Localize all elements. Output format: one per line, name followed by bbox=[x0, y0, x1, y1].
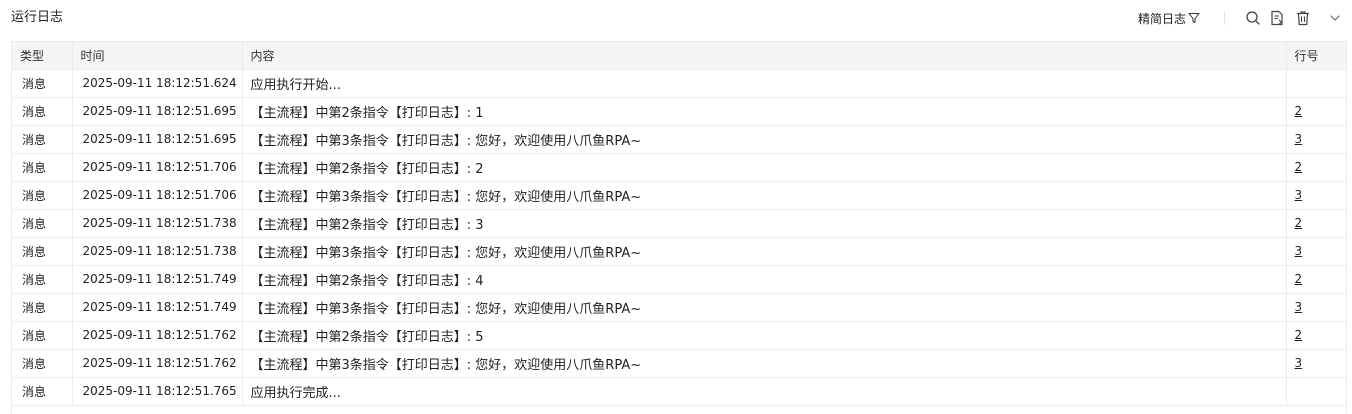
log-line-cell: 3 bbox=[1286, 125, 1346, 154]
log-type-cell: 消息 bbox=[12, 349, 73, 378]
column-header-time: 时间 bbox=[72, 42, 243, 70]
log-line-cell: 3 bbox=[1286, 293, 1346, 322]
log-line-cell: 2 bbox=[1286, 153, 1346, 182]
table-header-row: 类型 时间 内容 行号 bbox=[12, 42, 1346, 70]
table-row[interactable]: 消息 2025-09-11 18:12:51.762 【主流程】中第3条指令【打印日… bbox=[12, 349, 1346, 378]
line-number-link[interactable]: 2 bbox=[1295, 160, 1303, 174]
log-line-cell: 2 bbox=[1286, 265, 1346, 294]
line-number-link[interactable]: 2 bbox=[1295, 104, 1303, 118]
log-time-cell: 2025-09-11 18:12:51.762 bbox=[72, 321, 243, 350]
log-content-cell: 【主流程】中第2条指令【打印日志】: 3 bbox=[242, 209, 1287, 238]
line-number-link[interactable]: 2 bbox=[1295, 216, 1303, 230]
log-table-container[interactable]: 类型 时间 内容 行号 消息 2025-09-11 18:12:51.624 应用执… bbox=[11, 41, 1347, 414]
log-table-body: 消息 2025-09-11 18:12:51.624 应用执行开始... 消息 2025… bbox=[12, 69, 1346, 406]
log-type-cell: 消息 bbox=[12, 209, 73, 238]
log-time-cell: 2025-09-11 18:12:51.624 bbox=[72, 69, 243, 98]
table-row[interactable]: 消息 2025-09-11 18:12:51.706 【主流程】中第3条指令【打印日… bbox=[12, 181, 1346, 210]
line-number-link[interactable]: 3 bbox=[1295, 356, 1303, 370]
filter-icon bbox=[1188, 12, 1200, 24]
table-row[interactable]: 消息 2025-09-11 18:12:51.695 【主流程】中第3条指令【打印日… bbox=[12, 125, 1346, 154]
log-line-cell: 2 bbox=[1286, 209, 1346, 238]
trash-icon bbox=[1295, 10, 1311, 26]
line-number-link[interactable]: 2 bbox=[1295, 272, 1303, 286]
log-type-cell: 消息 bbox=[12, 69, 73, 98]
log-content-cell: 应用执行开始... bbox=[242, 69, 1287, 98]
log-content-cell: 【主流程】中第2条指令【打印日志】: 5 bbox=[242, 321, 1287, 350]
column-header-content: 内容 bbox=[242, 42, 1287, 70]
table-row[interactable]: 消息 2025-09-11 18:12:51.762 【主流程】中第2条指令【打印日… bbox=[12, 321, 1346, 350]
log-line-cell: 3 bbox=[1286, 349, 1346, 378]
table-row[interactable]: 消息 2025-09-11 18:12:51.624 应用执行开始... bbox=[12, 69, 1346, 98]
line-number-link[interactable]: 3 bbox=[1295, 188, 1303, 202]
log-line-cell: 2 bbox=[1286, 321, 1346, 350]
simplified-log-filter-button[interactable]: 精简日志 bbox=[1138, 9, 1200, 27]
log-time-cell: 2025-09-11 18:12:51.695 bbox=[72, 97, 243, 126]
collapse-panel-button[interactable] bbox=[1326, 9, 1344, 27]
export-log-icon bbox=[1269, 10, 1285, 26]
table-row[interactable]: 消息 2025-09-11 18:12:51.738 【主流程】中第3条指令【打印日… bbox=[12, 237, 1346, 266]
log-table: 类型 时间 内容 行号 消息 2025-09-11 18:12:51.624 应用执… bbox=[12, 42, 1346, 406]
log-type-cell: 消息 bbox=[12, 125, 73, 154]
panel-title: 运行日志 bbox=[11, 10, 64, 25]
column-header-line: 行号 bbox=[1286, 42, 1346, 70]
log-type-cell: 消息 bbox=[12, 265, 73, 294]
log-line-cell: 2 bbox=[1286, 97, 1346, 126]
log-header: 运行日志 精简日志 bbox=[0, 0, 1352, 38]
log-line-cell bbox=[1286, 69, 1346, 98]
table-row[interactable]: 消息 2025-09-11 18:12:51.706 【主流程】中第2条指令【打印日… bbox=[12, 153, 1346, 182]
log-type-cell: 消息 bbox=[12, 293, 73, 322]
log-time-cell: 2025-09-11 18:12:51.762 bbox=[72, 349, 243, 378]
log-type-cell: 消息 bbox=[12, 321, 73, 350]
log-line-cell: 3 bbox=[1286, 181, 1346, 210]
log-time-cell: 2025-09-11 18:12:51.738 bbox=[72, 237, 243, 266]
line-number-link[interactable]: 3 bbox=[1295, 244, 1303, 258]
log-type-cell: 消息 bbox=[12, 97, 73, 126]
log-type-cell: 消息 bbox=[12, 153, 73, 182]
search-icon bbox=[1245, 10, 1261, 26]
line-number-link[interactable]: 3 bbox=[1295, 132, 1303, 146]
log-content-cell: 【主流程】中第2条指令【打印日志】: 4 bbox=[242, 265, 1287, 294]
log-type-cell: 消息 bbox=[12, 377, 73, 406]
clear-log-button[interactable] bbox=[1294, 9, 1312, 27]
log-content-cell: 【主流程】中第3条指令【打印日志】: 您好，欢迎使用八爪鱼RPA~ bbox=[242, 237, 1287, 266]
log-content-cell: 【主流程】中第2条指令【打印日志】: 1 bbox=[242, 97, 1287, 126]
log-time-cell: 2025-09-11 18:12:51.749 bbox=[72, 265, 243, 294]
export-log-button[interactable] bbox=[1268, 9, 1286, 27]
log-content-cell: 【主流程】中第2条指令【打印日志】: 2 bbox=[242, 153, 1287, 182]
table-row[interactable]: 消息 2025-09-11 18:12:51.749 【主流程】中第3条指令【打印日… bbox=[12, 293, 1346, 322]
log-time-cell: 2025-09-11 18:12:51.706 bbox=[72, 181, 243, 210]
log-content-cell: 【主流程】中第3条指令【打印日志】: 您好，欢迎使用八爪鱼RPA~ bbox=[242, 293, 1287, 322]
log-time-cell: 2025-09-11 18:12:51.738 bbox=[72, 209, 243, 238]
table-row[interactable]: 消息 2025-09-11 18:12:51.695 【主流程】中第2条指令【打印日… bbox=[12, 97, 1346, 126]
line-number-link[interactable]: 3 bbox=[1295, 300, 1303, 314]
table-row[interactable]: 消息 2025-09-11 18:12:51.765 应用执行完成... bbox=[12, 377, 1346, 406]
log-content-cell: 【主流程】中第3条指令【打印日志】: 您好，欢迎使用八爪鱼RPA~ bbox=[242, 181, 1287, 210]
log-content-cell: 【主流程】中第3条指令【打印日志】: 您好，欢迎使用八爪鱼RPA~ bbox=[242, 349, 1287, 378]
table-row[interactable]: 消息 2025-09-11 18:12:51.738 【主流程】中第2条指令【打印日… bbox=[12, 209, 1346, 238]
filter-button-label: 精简日志 bbox=[1138, 11, 1187, 26]
column-header-type: 类型 bbox=[12, 42, 73, 70]
log-line-cell bbox=[1286, 377, 1346, 406]
log-time-cell: 2025-09-11 18:12:51.695 bbox=[72, 125, 243, 154]
header-divider bbox=[1224, 11, 1225, 25]
log-type-cell: 消息 bbox=[12, 237, 73, 266]
search-button[interactable] bbox=[1244, 9, 1262, 27]
log-type-cell: 消息 bbox=[12, 181, 73, 210]
line-number-link[interactable]: 2 bbox=[1295, 328, 1303, 342]
log-line-cell: 3 bbox=[1286, 237, 1346, 266]
chevron-down-icon bbox=[1328, 11, 1342, 25]
log-time-cell: 2025-09-11 18:12:51.765 bbox=[72, 377, 243, 406]
log-content-cell: 应用执行完成... bbox=[242, 377, 1287, 406]
log-content-cell: 【主流程】中第3条指令【打印日志】: 您好，欢迎使用八爪鱼RPA~ bbox=[242, 125, 1287, 154]
log-time-cell: 2025-09-11 18:12:51.749 bbox=[72, 293, 243, 322]
run-log-panel: 运行日志 精简日志 类型 时间 内容 行号 消息 2025-09-11 18:1… bbox=[0, 0, 1352, 414]
table-row[interactable]: 消息 2025-09-11 18:12:51.749 【主流程】中第2条指令【打印日… bbox=[12, 265, 1346, 294]
log-time-cell: 2025-09-11 18:12:51.706 bbox=[72, 153, 243, 182]
